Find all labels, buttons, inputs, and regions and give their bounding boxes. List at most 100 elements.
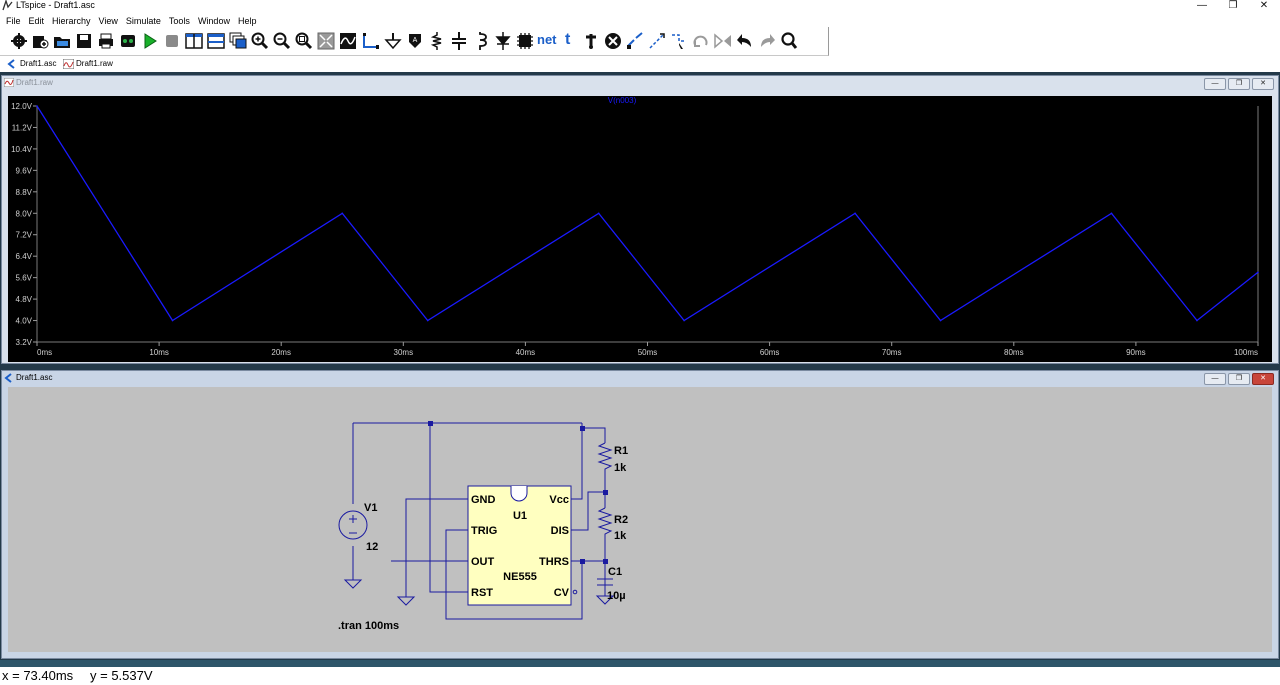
component-icon[interactable] <box>516 32 534 50</box>
toolbar: A net t <box>0 27 829 56</box>
pin-gnd: GND <box>471 494 496 506</box>
schematic-canvas[interactable]: V1 12 R1 1k R2 1k C1 10µ GND TRIG OUT RS… <box>8 387 1272 652</box>
net-label-icon[interactable]: net <box>537 32 557 48</box>
menu-edit[interactable]: Edit <box>29 14 45 28</box>
menu-simulate[interactable]: Simulate <box>126 14 161 28</box>
find-icon[interactable] <box>780 32 798 50</box>
svg-text:A: A <box>413 37 418 44</box>
schematic-icon <box>7 59 15 69</box>
wire-icon[interactable] <box>362 32 380 50</box>
text-icon[interactable]: t <box>565 31 570 49</box>
waveform-restore-button[interactable]: ❐ <box>1228 78 1250 90</box>
settings-icon[interactable] <box>10 32 28 50</box>
control-panel-icon[interactable] <box>119 32 137 50</box>
menu-help[interactable]: Help <box>238 14 257 28</box>
delete-icon[interactable] <box>604 32 622 50</box>
undo-icon[interactable] <box>736 32 754 50</box>
x-tick-label: 100ms <box>1234 348 1258 357</box>
tab-draft1-asc[interactable]: Draft1.asc <box>6 58 56 70</box>
x-axis: 0ms 10ms 20ms 30ms 40ms 50ms 60ms 70ms 80ms 90ms 1… <box>36 106 1259 357</box>
tile-vertical-icon[interactable] <box>185 32 203 50</box>
waveform-icon <box>4 78 14 87</box>
restore-button[interactable]: ❐ <box>1217 0 1249 12</box>
series-point <box>1110 212 1113 215</box>
tab-label: Draft1.asc <box>20 59 57 68</box>
schematic-minimize-button[interactable]: — <box>1204 373 1226 385</box>
waveform-icon <box>63 59 74 69</box>
resistor-r1[interactable]: R1 1k <box>597 442 628 474</box>
schematic-close-button[interactable]: ✕ <box>1252 373 1274 385</box>
voltage-source-v1[interactable]: V1 12 <box>338 502 378 553</box>
print-icon[interactable] <box>97 32 115 50</box>
r1-name: R1 <box>614 445 628 457</box>
menu-file[interactable]: File <box>6 14 21 28</box>
halt-icon[interactable] <box>163 32 181 50</box>
pin-thrs: THRS <box>539 556 569 568</box>
spice-directive-tran[interactable]: .tran 100ms <box>338 620 399 632</box>
close-button[interactable]: ✕ <box>1248 0 1280 12</box>
mirror-icon[interactable] <box>714 32 732 50</box>
r1-value: 1k <box>614 462 627 474</box>
label-net-icon[interactable]: A <box>406 32 424 50</box>
ne555-u1[interactable]: GND TRIG OUT RST Vcc DIS THRS CV U1 NE55… <box>467 485 578 606</box>
pin-dis: DIS <box>551 525 569 537</box>
autorange-icon[interactable] <box>339 32 357 50</box>
minimize-button[interactable]: — <box>1186 0 1218 12</box>
menu-window[interactable]: Window <box>198 14 230 28</box>
series-point <box>341 212 344 215</box>
c1-value: 10µ <box>607 590 626 602</box>
waveform-window-title: Draft1.raw <box>16 78 53 87</box>
menu-bar: File Edit Hierarchy View Simulate Tools Window… <box>0 13 1280 27</box>
series-point <box>1257 271 1259 274</box>
tab-draft1-raw[interactable]: Draft1.raw <box>62 58 113 70</box>
zoom-full-icon[interactable] <box>317 32 335 50</box>
rotate-icon[interactable] <box>692 32 710 50</box>
diode-icon[interactable] <box>494 32 512 50</box>
ground-icon[interactable] <box>384 32 402 50</box>
duplicate-icon[interactable] <box>626 32 644 50</box>
zoom-in-icon[interactable] <box>251 32 269 50</box>
waveform-window-titlebar: Draft1.raw — ❐ ✕ <box>2 76 1278 90</box>
status-bar: x = 73.40ms y = 5.537V <box>0 667 1280 685</box>
spice-directive-icon[interactable] <box>582 32 600 50</box>
y-tick-label: 10.4V <box>11 145 33 154</box>
waveform-minimize-button[interactable]: — <box>1204 78 1226 90</box>
save-icon[interactable] <box>75 32 93 50</box>
zoom-fit-icon[interactable] <box>295 32 313 50</box>
inductor-icon[interactable] <box>472 32 490 50</box>
x-tick-label: 0ms <box>37 348 52 357</box>
pin-trig: TRIG <box>471 525 497 537</box>
x-tick-label: 60ms <box>760 348 780 357</box>
zoom-out-icon[interactable] <box>273 32 291 50</box>
run-icon[interactable] <box>141 32 159 50</box>
capacitor-icon[interactable] <box>450 32 468 50</box>
schematic-restore-button[interactable]: ❐ <box>1228 373 1250 385</box>
series-line-0[interactable] <box>36 105 1259 322</box>
y-tick-label: 4.0V <box>16 317 33 326</box>
schematic-drawing[interactable]: V1 12 R1 1k R2 1k C1 10µ GND TRIG OUT RS… <box>8 387 1272 652</box>
resistor-icon[interactable] <box>428 32 446 50</box>
ltspice-app-icon <box>2 0 13 11</box>
waveform-close-button[interactable]: ✕ <box>1252 78 1274 90</box>
x-tick-label: 50ms <box>638 348 658 357</box>
menu-view[interactable]: View <box>99 14 118 28</box>
menu-hierarchy[interactable]: Hierarchy <box>52 14 91 28</box>
trace-label[interactable]: V(n003) <box>608 96 637 105</box>
document-tabs: Draft1.asc Draft1.raw <box>0 56 1280 73</box>
schematic-window-titlebar: Draft1.asc — ❐ ✕ <box>2 371 1278 385</box>
pin-out: OUT <box>471 556 495 568</box>
window-title: LTspice - Draft1.asc <box>16 0 95 10</box>
menu-tools[interactable]: Tools <box>169 14 190 28</box>
u1-name: U1 <box>513 510 527 522</box>
resistor-r2[interactable]: R2 1k <box>597 507 628 542</box>
tile-horizontal-icon[interactable] <box>207 32 225 50</box>
open-icon[interactable] <box>53 32 71 50</box>
move-icon[interactable] <box>648 32 666 50</box>
drag-icon[interactable] <box>670 32 688 50</box>
waveform-chart[interactable]: V(n003) 12.0V 11.2V 10.4V 9.6V 8.8V 8.0V 7.2V 6… <box>8 96 1272 362</box>
new-schematic-icon[interactable] <box>31 32 49 50</box>
redo-icon[interactable] <box>758 32 776 50</box>
y-tick-label: 6.4V <box>16 252 33 261</box>
waveform-plot[interactable]: V(n003) 12.0V 11.2V 10.4V 9.6V 8.8V 8.0V 7.2V 6… <box>8 96 1272 362</box>
cascade-icon[interactable] <box>229 32 247 50</box>
